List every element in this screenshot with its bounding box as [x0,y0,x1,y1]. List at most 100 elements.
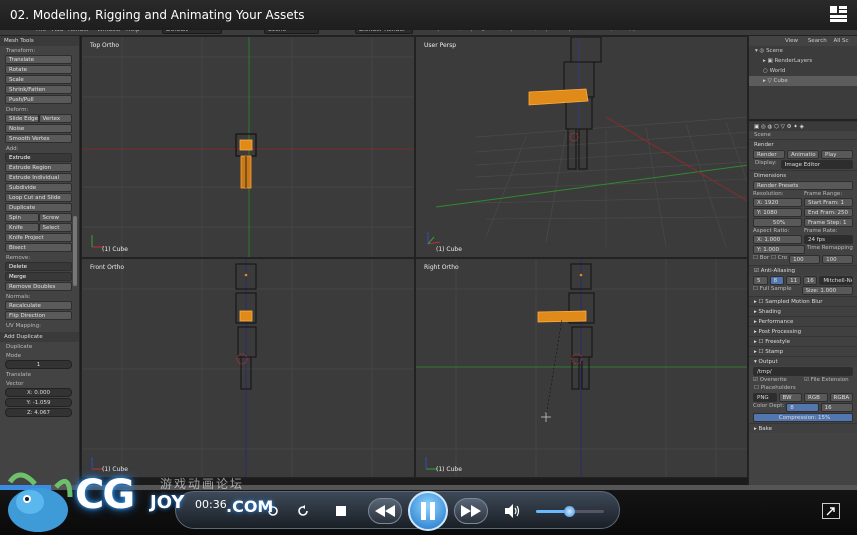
outliner-view-menu[interactable]: View [785,38,798,44]
operator-panel-title[interactable]: Add Duplicate [0,332,79,342]
color-depth-8[interactable]: 8 [786,403,819,412]
viewport-top-ortho[interactable]: Top Ortho (1) Cube [81,36,415,258]
start-frame-field[interactable]: Start Fram: 1 [804,198,853,207]
aa-filter-select[interactable]: Mitchell-Netra [819,276,854,285]
bake-section-header[interactable]: ▸ Bake [749,423,857,433]
vector-x-field[interactable]: X: 0.000 [5,388,72,397]
slide-vertex-button[interactable]: Vertex [38,114,72,123]
flip-direction-button[interactable]: Flip Direction [5,311,72,320]
smooth-vertex-button[interactable]: Smooth Vertex [5,134,72,143]
aspect-y-field[interactable]: Y: 1.000 [753,245,805,254]
frame-step-field[interactable]: Frame Step: 1 [804,218,853,227]
bisect-button[interactable]: Bisect [5,243,72,252]
outliner-display-select[interactable]: All Sc [833,38,848,44]
end-frame-field[interactable]: End Fram: 250 [804,208,853,217]
knife-project-button[interactable]: Knife Project [5,233,72,242]
resolution-x-field[interactable]: X: 1920 [753,198,802,207]
vector-y-field[interactable]: Y: -1.059 [5,398,72,407]
animation-button[interactable]: Animatio [787,150,819,159]
menu-grid-icon[interactable] [830,6,847,23]
resolution-percent-field[interactable]: 50% [753,218,802,227]
aa-samples-11[interactable]: 11 [786,276,801,285]
fullscreen-icon[interactable] [822,503,840,519]
sampled-motion-blur-header[interactable]: ▸ ☐ Sampled Motion Blur [749,296,857,306]
volume-thumb[interactable] [564,506,575,517]
remove-doubles-button[interactable]: Remove Doubles [5,282,72,291]
shrink-fatten-button[interactable]: Shrink/Fatten [5,85,72,94]
color-bw-button[interactable]: BW [778,393,802,402]
aspect-x-field[interactable]: X: 1.000 [753,235,802,244]
recalculate-button[interactable]: Recalculate [5,301,72,310]
color-rgba-button[interactable]: RGBA [829,393,853,402]
anti-aliasing-section-header[interactable]: ☑ Anti-Aliasing [749,265,857,275]
aa-samples-5[interactable]: 5 [753,276,768,285]
delete-button[interactable]: Delete [5,262,72,271]
remap-new-field[interactable]: 100 [822,255,854,264]
rotate-button[interactable]: Rotate [5,65,72,74]
pause-button[interactable] [408,491,448,531]
outliner-item-world[interactable]: ○ World [749,66,857,76]
mode-field[interactable]: 1 [5,360,72,369]
outliner-search-menu[interactable]: Search [808,38,827,44]
remap-old-field[interactable]: 100 [789,255,821,264]
fps-select[interactable]: 24 fps [804,235,853,244]
rewind-button[interactable] [368,498,402,524]
knife-button[interactable]: Knife [5,223,39,232]
color-depth-16[interactable]: 16 [820,403,854,412]
file-extension-checkbox[interactable]: ☑ File Extension [804,377,853,383]
border-checkbox[interactable]: ☐ Bor [753,255,769,264]
play-button[interactable]: Play [821,150,853,159]
shading-section-header[interactable]: ▸ Shading [749,306,857,316]
viewport-user-persp[interactable]: User Persp (1) Cube [415,36,748,258]
spin-button[interactable]: Spin [5,213,39,222]
post-processing-section-header[interactable]: ▸ Post Processing [749,326,857,336]
resolution-y-field[interactable]: Y: 1080 [753,208,802,217]
file-format-select[interactable]: PNG [753,393,777,402]
stamp-section-header[interactable]: ▸ ☐ Stamp [749,346,857,356]
scale-button[interactable]: Scale [5,75,72,84]
push-pull-button[interactable]: Push/Pull [5,95,72,104]
placeholders-checkbox[interactable]: ☐ Placeholders [749,384,857,392]
compression-slider[interactable]: Compression: 15% [753,413,853,422]
output-section-header[interactable]: ▾ Output [749,356,857,366]
freestyle-section-header[interactable]: ▸ ☐ Freestyle [749,336,857,346]
display-select[interactable]: Image Editor [780,160,853,169]
aa-samples-8[interactable]: 8 [769,276,785,285]
full-sample-checkbox[interactable]: ☐ Full Sample [753,286,800,295]
tool-shelf-scrollbar[interactable] [73,216,77,286]
outliner-item-renderlayers[interactable]: ▸ ▣ RenderLayers [749,56,857,66]
refresh-icon[interactable] [294,502,312,520]
performance-section-header[interactable]: ▸ Performance [749,316,857,326]
extrude-button[interactable]: Extrude [5,153,72,162]
stop-button[interactable] [334,504,348,518]
extrude-individual-button[interactable]: Extrude Individual [5,173,72,182]
volume-slider[interactable] [536,506,604,517]
render-button[interactable]: Render [753,150,785,159]
viewport-front-ortho[interactable]: Front Ortho (1) Cube [81,258,415,478]
extrude-region-button[interactable]: Extrude Region [5,163,72,172]
dimensions-section-header[interactable]: Dimensions [749,170,857,180]
viewport-right-ortho[interactable]: Right Ortho (1) Cube [415,258,748,478]
aa-size-field[interactable]: Size: 1.000 [801,286,853,295]
select-button[interactable]: Select [38,223,72,232]
fast-forward-button[interactable] [454,498,488,524]
merge-button[interactable]: Merge [5,272,72,281]
slide-edge-button[interactable]: Slide Edge [5,114,39,123]
screw-button[interactable]: Screw [38,213,72,222]
loop-cut-button[interactable]: Loop Cut and Slide [5,193,72,202]
color-rgb-button[interactable]: RGB [804,393,828,402]
subdivide-button[interactable]: Subdivide [5,183,72,192]
render-presets-select[interactable]: Render Presets [753,181,853,190]
aa-samples-16[interactable]: 16 [802,276,818,285]
render-section-header[interactable]: Render [749,139,857,149]
translate-button[interactable]: Translate [5,55,72,64]
crop-checkbox[interactable]: ☐ Cro [771,255,787,264]
outliner-item-cube[interactable]: ▸ ▽ Cube [749,76,857,86]
outliner-item-scene[interactable]: ▾ ◎ Scene [749,46,857,56]
properties-tabs[interactable]: ▣ ◎ ◍ ⬡ ▽ ⚙ ✦ ◈ [749,121,857,131]
duplicate-button[interactable]: Duplicate [5,203,72,212]
output-path-field[interactable]: /tmp/ [753,367,853,376]
overwrite-checkbox[interactable]: ☑ Overwrite [753,377,802,383]
vector-z-field[interactable]: Z: 4.067 [5,408,72,417]
noise-button[interactable]: Noise [5,124,72,133]
